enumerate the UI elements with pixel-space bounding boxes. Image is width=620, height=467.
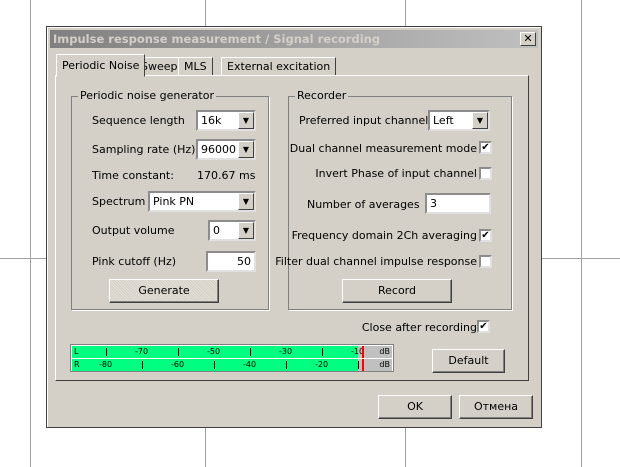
unit-label: dB: [379, 360, 390, 369]
impulse-dialog: Impulse response measurement / Signal re…: [46, 26, 542, 428]
tab-external-excitation[interactable]: External excitation: [221, 57, 337, 76]
peak-marker: [361, 359, 364, 371]
sequence-length-select[interactable]: 16k ▼: [196, 110, 256, 131]
preferred-channel-select[interactable]: Left ▼: [428, 110, 490, 131]
output-volume-select[interactable]: 0 ▼: [208, 220, 256, 241]
tick-label: -50: [207, 347, 221, 356]
freq-avg-label: Frequency domain 2Ch averaging: [291, 229, 477, 242]
chevron-down-icon: ▼: [472, 112, 488, 129]
channel-label: L: [74, 347, 79, 356]
preferred-channel-label: Preferred input channel: [299, 114, 429, 127]
title-bar[interactable]: Impulse response measurement / Signal re…: [50, 30, 538, 48]
chevron-down-icon: ▼: [238, 222, 254, 239]
generate-button[interactable]: Generate: [109, 279, 219, 303]
chevron-down-icon: ▼: [238, 141, 254, 158]
pink-cutoff-input[interactable]: 50: [206, 251, 256, 272]
meter-tick: [106, 348, 107, 356]
invert-phase-checkbox[interactable]: [479, 167, 492, 180]
spectrum-value: Pink PN: [153, 195, 195, 208]
dual-channel-label: Dual channel measurement mode: [289, 142, 477, 155]
tick-label: -20: [315, 360, 329, 369]
invert-phase-label: Invert Phase of input channel: [315, 167, 477, 180]
filter-checkbox[interactable]: [479, 255, 492, 268]
unit-label: dB: [379, 347, 390, 356]
chevron-down-icon: ▼: [238, 193, 254, 210]
meter-tick: [358, 361, 359, 369]
chevron-down-icon: ▼: [238, 112, 254, 129]
time-constant-label: Time constant:: [92, 169, 174, 182]
ok-button[interactable]: OK: [378, 395, 452, 419]
meter-tick: [322, 348, 323, 356]
recorder-legend: Recorder: [295, 89, 349, 102]
freq-avg-checkbox[interactable]: ✔: [479, 229, 492, 242]
dialog-title: Impulse response measurement / Signal re…: [53, 32, 381, 46]
generator-legend: Periodic noise generator: [78, 89, 216, 102]
sampling-rate-label: Sampling rate (Hz): [92, 143, 196, 156]
averages-label: Number of averages: [307, 198, 420, 211]
tick-label: -80: [99, 360, 113, 369]
spectrum-select[interactable]: Pink PN ▼: [148, 191, 256, 212]
record-button[interactable]: Record: [342, 279, 452, 303]
dual-channel-checkbox[interactable]: ✔: [479, 141, 492, 154]
right-channel-meter: RdB -80 -60 -40 -20: [72, 359, 392, 371]
close-button[interactable]: ✕: [520, 32, 536, 46]
meter-tick: [142, 361, 143, 369]
output-volume-value: 0: [213, 224, 220, 237]
tab-periodic-noise[interactable]: Periodic Noise: [56, 54, 146, 77]
meter-tick: [250, 348, 251, 356]
channel-label: R: [74, 360, 80, 369]
sequence-length-value: 16k: [201, 114, 222, 127]
default-button[interactable]: Default: [432, 349, 505, 373]
tick-label: -60: [171, 360, 185, 369]
spectrum-label: Spectrum: [92, 195, 146, 208]
output-volume-label: Output volume: [92, 224, 175, 237]
tick-label: -40: [243, 360, 257, 369]
tab-mls[interactable]: MLS: [178, 57, 213, 76]
level-meter: LdB -70 -50 -30 -10 RdB -80 -60 -40 -20: [70, 344, 394, 372]
peak-marker: [361, 346, 364, 358]
meter-tick: [214, 361, 215, 369]
sampling-rate-select[interactable]: 96000 ▼: [196, 139, 256, 160]
time-constant-value: 170.67 ms: [197, 169, 256, 182]
meter-tick: [178, 348, 179, 356]
filter-label: Filter dual channel impulse response: [275, 255, 477, 268]
meter-tick: [286, 361, 287, 369]
left-channel-meter: LdB -70 -50 -30 -10: [72, 346, 392, 358]
close-after-checkbox[interactable]: ✔: [477, 320, 490, 333]
cancel-button[interactable]: Отмена: [459, 395, 533, 419]
sampling-rate-value: 96000: [201, 143, 236, 156]
tick-label: -30: [279, 347, 293, 356]
averages-input[interactable]: 3: [425, 193, 491, 214]
tick-label: -70: [135, 347, 149, 356]
sequence-length-label: Sequence length: [92, 114, 185, 127]
pink-cutoff-label: Pink cutoff (Hz): [92, 255, 177, 268]
preferred-channel-value: Left: [433, 114, 454, 127]
close-after-label: Close after recording: [361, 321, 477, 334]
